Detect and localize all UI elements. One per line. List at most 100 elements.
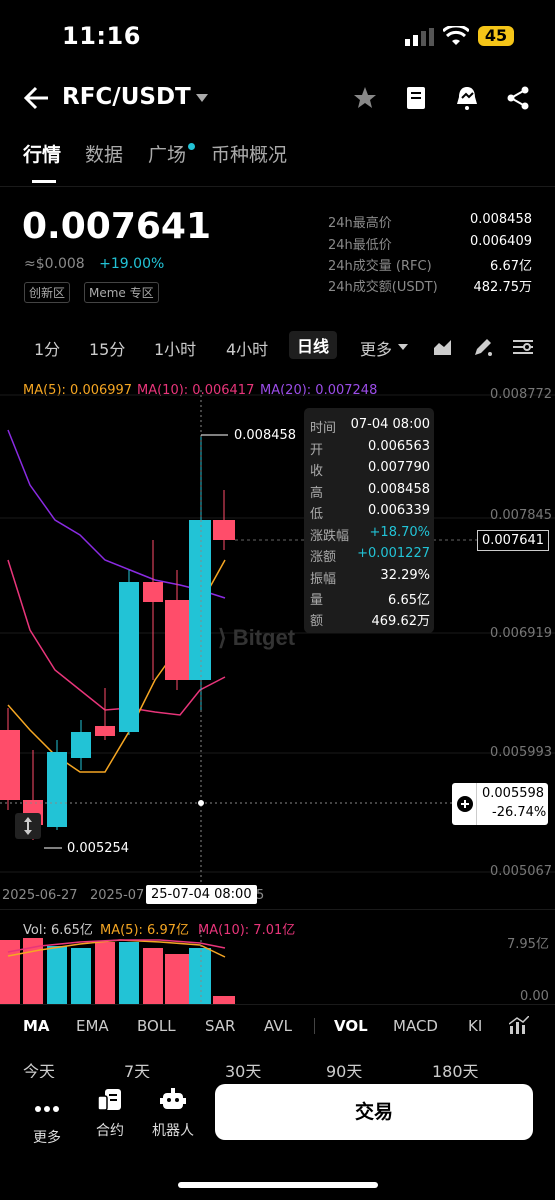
- stat-low-label: 24h最低价: [328, 238, 392, 253]
- divider: [476, 783, 477, 825]
- stat-high-label: 24h最高价: [328, 216, 392, 231]
- robot-button[interactable]: 机器人: [148, 1088, 198, 1140]
- trade-button[interactable]: 交易: [215, 1084, 533, 1140]
- indicator-sar[interactable]: SAR: [205, 1017, 235, 1035]
- price-alert-icon[interactable]: [455, 85, 479, 111]
- tab-data[interactable]: 数据: [85, 140, 123, 167]
- crosshair-price-box[interactable]: 0.005598 -26.74%: [452, 783, 548, 825]
- current-price-tag: 0.007641: [477, 530, 550, 551]
- x-axis-date: 2025-06-27: [2, 888, 78, 903]
- indicator-ema[interactable]: EMA: [76, 1017, 109, 1035]
- robot-label: 机器人: [152, 1123, 194, 1139]
- candle: [213, 520, 235, 540]
- tab-square[interactable]: 广场: [148, 140, 186, 167]
- high-marker-label: 0.008458: [234, 428, 297, 443]
- battery-indicator: 45: [478, 26, 514, 46]
- candle: [143, 582, 163, 602]
- tooltip-row: 涨额 +0.001227: [310, 546, 430, 565]
- tooltip-value: 6.65亿: [388, 593, 430, 608]
- tooltip-key: 振幅: [310, 572, 337, 587]
- robot-icon: [160, 1088, 186, 1109]
- tag-innovation[interactable]: 创新区: [24, 282, 71, 303]
- tooltip-key: 涨额: [310, 550, 337, 565]
- interval-4h[interactable]: 4小时: [226, 336, 268, 360]
- tooltip-row: 振幅 32.29%: [310, 568, 430, 587]
- low-marker-label: 0.005254: [67, 841, 130, 856]
- star-icon[interactable]: [353, 86, 377, 110]
- indicator-kdj[interactable]: KI: [468, 1017, 482, 1035]
- draw-tool-icon[interactable]: [472, 336, 494, 358]
- indicator-boll[interactable]: BOLL: [137, 1017, 176, 1035]
- axis-price-label: 0.005067: [490, 864, 553, 879]
- caret-down-icon[interactable]: [196, 94, 208, 102]
- volume-chart: [0, 930, 235, 1004]
- share-icon[interactable]: [506, 86, 530, 110]
- stat-low-value: 0.006409: [469, 234, 532, 249]
- tag-meme[interactable]: Meme 专区: [84, 282, 159, 303]
- tooltip-row: 高 0.008458: [310, 482, 430, 501]
- fiat-price-row: ≈$0.008 +19.00%: [24, 256, 164, 272]
- candle: [71, 732, 91, 758]
- divider: [0, 909, 555, 910]
- stat-turnover-label: 24h成交额(USDT): [328, 280, 438, 295]
- notification-dot: [188, 143, 195, 150]
- tooltip-value: 0.006339: [367, 503, 430, 518]
- candle: [189, 520, 211, 680]
- tooltip-row: 涨跌幅 +18.70%: [310, 525, 430, 544]
- add-order-icon[interactable]: [457, 796, 473, 812]
- tooltip-key: 时间: [310, 421, 337, 436]
- tooltip-value: 0.007790: [367, 460, 430, 475]
- volume-bar: [47, 946, 67, 1004]
- wifi-icon: [443, 26, 469, 45]
- watermark: ⟩ Bitget: [218, 625, 296, 650]
- expand-vertical-icon[interactable]: [15, 813, 41, 839]
- tooltip-value: 469.62万: [371, 614, 431, 629]
- caret-down-icon: [398, 344, 408, 350]
- x-axis-date: 5: [256, 888, 265, 903]
- interval-15m[interactable]: 15分: [89, 336, 125, 360]
- tooltip-key: 高: [310, 486, 324, 501]
- interval-1h[interactable]: 1小时: [154, 336, 196, 360]
- candle: [0, 730, 20, 800]
- indicator-macd[interactable]: MACD: [393, 1017, 438, 1035]
- interval-more[interactable]: 更多: [360, 336, 392, 360]
- active-tab-underline: [32, 180, 56, 183]
- stat-high-value: 0.008458: [469, 212, 532, 227]
- divider: [0, 186, 555, 187]
- home-indicator: [178, 1182, 378, 1188]
- pair-title[interactable]: RFC/USDT: [62, 84, 191, 110]
- volume-bar: [165, 954, 189, 1004]
- indicator-vol[interactable]: VOL: [334, 1017, 368, 1035]
- volume-bar: [189, 948, 211, 1004]
- chart-style-icon[interactable]: [433, 338, 453, 356]
- indicator-ma[interactable]: MA: [23, 1017, 50, 1035]
- indicator-avl[interactable]: AVL: [264, 1017, 292, 1035]
- tooltip-key: 量: [310, 593, 324, 608]
- more-button[interactable]: 更多: [25, 1098, 69, 1147]
- tooltip-row: 额 469.62万: [310, 610, 430, 629]
- tooltip-key: 开: [310, 443, 324, 458]
- crosshair-price: 0.005598: [482, 786, 545, 801]
- indicator-settings-icon[interactable]: [513, 338, 533, 356]
- crosshair-pct: -26.74%: [492, 805, 547, 820]
- stat-volume-label: 24h成交量 (RFC): [328, 259, 432, 274]
- back-arrow-icon[interactable]: [24, 86, 50, 110]
- tab-coin-overview[interactable]: 币种概况: [211, 140, 287, 167]
- more-dots-icon: [35, 1106, 59, 1112]
- interval-1m[interactable]: 1分: [34, 336, 60, 360]
- more-label: 更多: [33, 1130, 61, 1146]
- tab-market[interactable]: 行情: [23, 140, 61, 167]
- x-axis-date: 2025-07: [90, 888, 145, 903]
- indicator-chart-icon[interactable]: [509, 1016, 529, 1034]
- axis-price-label: 0.006919: [490, 626, 553, 641]
- tooltip-key: 涨跌幅: [310, 529, 350, 544]
- tooltip-key: 低: [310, 507, 324, 522]
- volume-bar: [95, 942, 115, 1004]
- interval-1d[interactable]: 日线: [289, 331, 338, 359]
- signal-icon: [405, 28, 434, 46]
- candle-tooltip: 时间 07-04 08:00 开 0.006563 收 0.007790 高 0.008…: [304, 408, 434, 633]
- contract-button[interactable]: 合约: [88, 1088, 132, 1140]
- fiat-price: ≈$0.008: [24, 256, 85, 272]
- notebook-icon[interactable]: [405, 86, 427, 110]
- tooltip-value: +0.001227: [357, 546, 430, 561]
